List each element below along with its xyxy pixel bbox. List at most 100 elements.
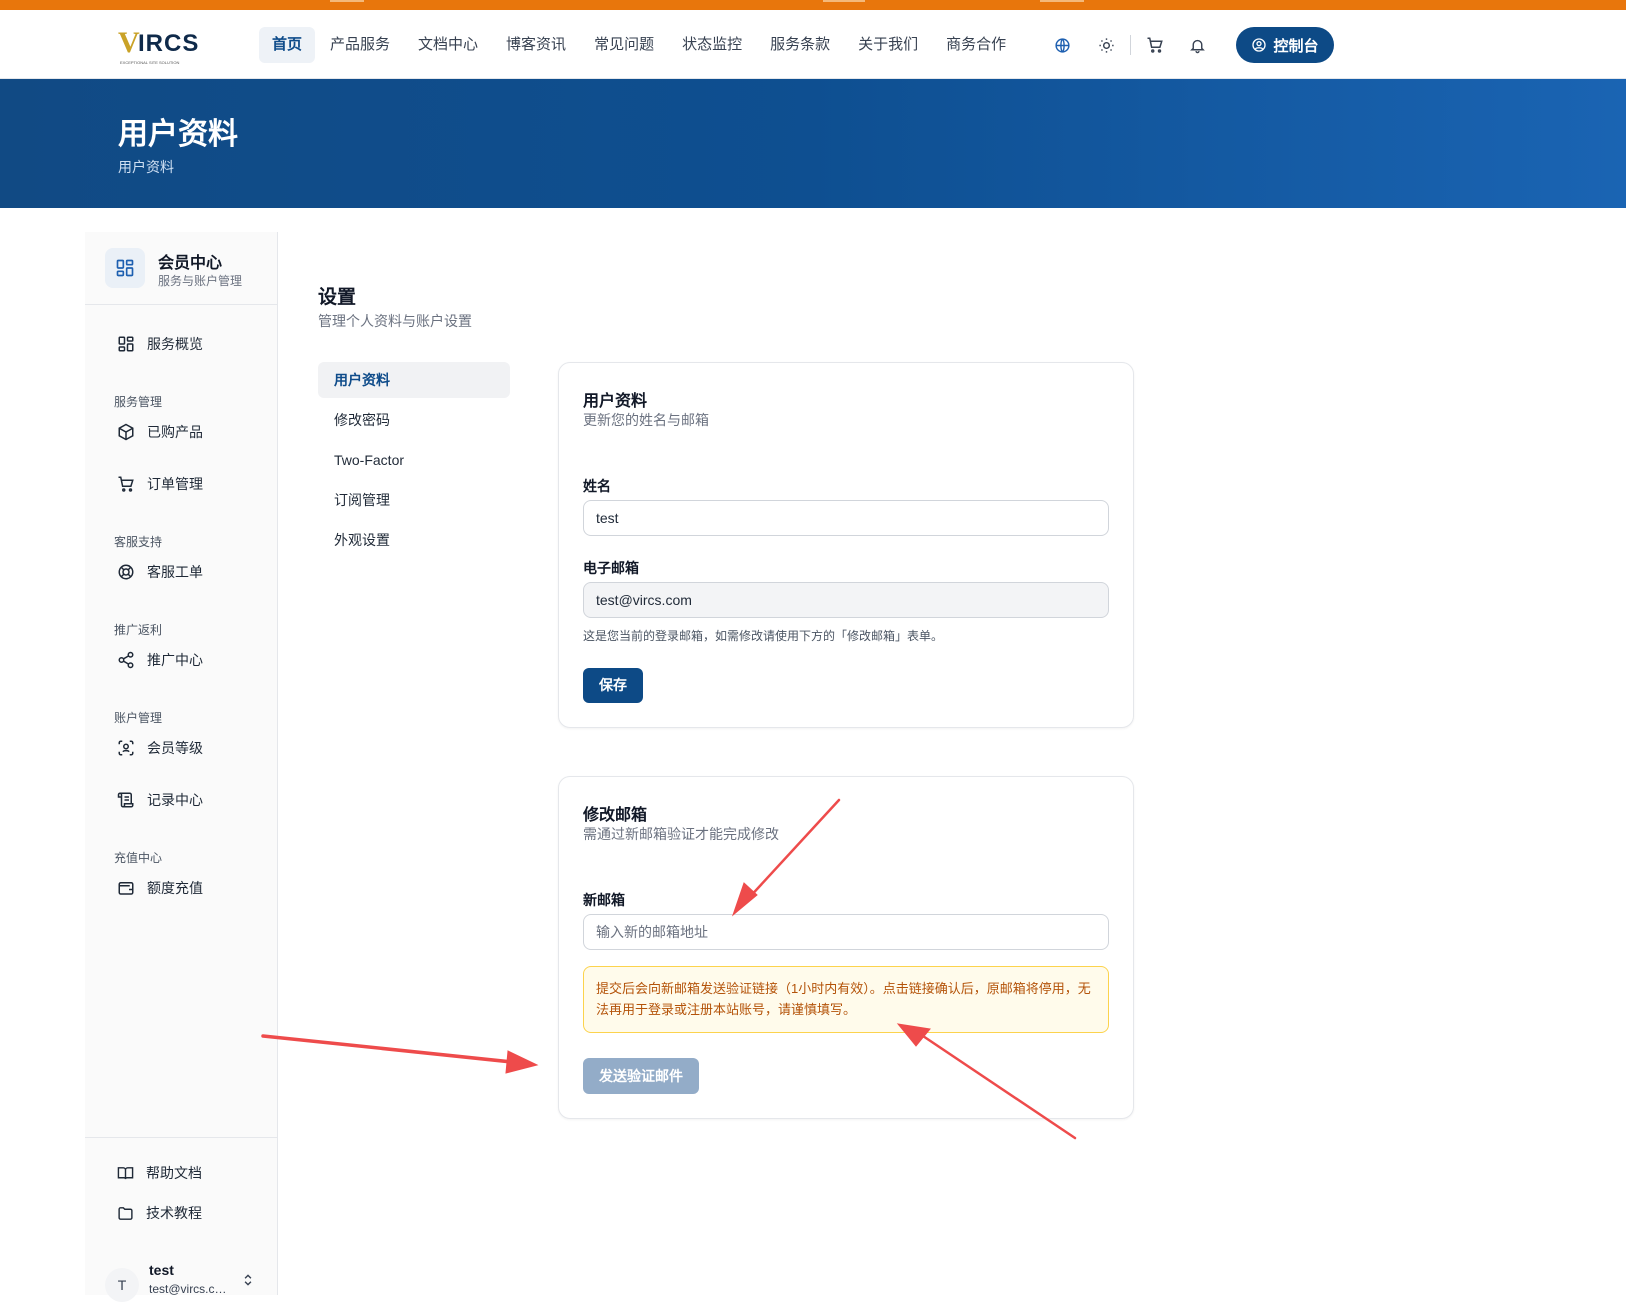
sidebar-item-help-docs[interactable]: 帮助文档 — [117, 1161, 202, 1185]
sidebar-footer-divider — [85, 1137, 278, 1138]
user-email: test@vircs.com — [149, 1282, 231, 1296]
cart-icon — [118, 476, 134, 492]
top-navbar: V IRCS EXCEPTIONAL SITE SOLUTION 首页 产品服务… — [0, 10, 1626, 79]
save-button[interactable]: 保存 — [583, 668, 643, 703]
lifebuoy-icon — [118, 564, 134, 580]
sidebar-item-orders[interactable]: 订单管理 — [117, 472, 203, 496]
warning-text-line: 提交后会向新邮箱发送验证链接（1小时内有效）。点击链接确认后，原邮箱将停用，无 — [596, 981, 1091, 996]
annotation-arrow — [261, 1034, 514, 1064]
email-field — [583, 582, 1109, 618]
send-verification-button[interactable]: 发送验证邮件 — [583, 1058, 699, 1094]
nav-item-faq[interactable]: 常见问题 — [581, 27, 667, 63]
top-accent-strip — [0, 0, 1626, 10]
new-email-input[interactable] — [583, 914, 1109, 950]
nav-item-status[interactable]: 状态监控 — [669, 27, 755, 63]
book-open-icon — [117, 1166, 134, 1179]
sidebar-item-purchased[interactable]: 已购产品 — [117, 420, 203, 444]
name-label: 姓名 — [583, 478, 611, 494]
breadcrumb: 用户资料 — [118, 159, 174, 175]
sidebar-group-label: 客服支持 — [114, 535, 163, 549]
strip-tab — [330, 0, 364, 2]
sidebar-header: 会员中心 服务与账户管理 — [85, 232, 278, 305]
bell-icon[interactable] — [1187, 35, 1207, 55]
logo-text: IRCS — [138, 30, 200, 57]
nav-item-terms[interactable]: 服务条款 — [757, 27, 843, 63]
nav-item-business[interactable]: 商务合作 — [933, 27, 1019, 63]
sidebar-group-label: 推广返利 — [114, 623, 163, 637]
sidebar-item-label: 记录中心 — [147, 792, 203, 808]
sidebar-item-affiliate[interactable]: 推广中心 — [117, 648, 203, 672]
warning-notice: 提交后会向新邮箱发送验证链接（1小时内有效）。点击链接确认后，原邮箱将停用，无 … — [583, 966, 1109, 1033]
nav-item-products[interactable]: 产品服务 — [317, 27, 403, 63]
sidebar-item-label: 帮助文档 — [146, 1165, 202, 1181]
main-nav: 首页 产品服务 文档中心 博客资讯 常见问题 状态监控 服务条款 关于我们 商务… — [259, 27, 1021, 63]
sidebar-item-tickets[interactable]: 客服工单 — [117, 560, 203, 584]
sidebar-item-label: 订单管理 — [147, 476, 203, 492]
grid-icon — [105, 248, 145, 288]
sidebar-item-records[interactable]: 记录中心 — [117, 788, 203, 812]
sidebar-item-tutorials[interactable]: 技术教程 — [117, 1201, 202, 1225]
sidebar-item-membership[interactable]: 会员等级 — [117, 736, 203, 760]
sidebar-subtitle: 服务与账户管理 — [158, 274, 243, 288]
logo-v: V — [118, 26, 140, 59]
sidebar-item-label: 服务概览 — [147, 336, 203, 352]
annotation-arrowhead — [505, 1050, 539, 1074]
email-label: 电子邮箱 — [583, 560, 639, 576]
strip-tab — [823, 0, 865, 2]
sidebar-group-label: 充值中心 — [114, 851, 163, 865]
sidebar-group-label: 账户管理 — [114, 711, 163, 725]
settings-tab-two-factor[interactable]: Two-Factor — [318, 442, 510, 478]
nav-item-docs[interactable]: 文档中心 — [405, 27, 491, 63]
sidebar-item-label: 客服工单 — [147, 564, 203, 580]
chevrons-up-down-icon — [244, 1274, 252, 1286]
warning-text-line: 法再用于登录或注册本站账号，请谨慎填写。 — [596, 1002, 857, 1017]
user-name: test — [149, 1262, 174, 1278]
email-hint: 这是您当前的登录邮箱，如需修改请使用下方的「修改邮箱」表单。 — [583, 629, 944, 643]
globe-icon[interactable] — [1052, 35, 1072, 55]
settings-title: 设置 — [318, 287, 357, 308]
sidebar-title: 会员中心 — [158, 255, 223, 272]
sidebar-item-label: 会员等级 — [147, 740, 203, 756]
settings-tab-appearance[interactable]: 外观设置 — [318, 522, 510, 558]
card-title: 用户资料 — [583, 393, 648, 410]
sidebar-item-label: 已购产品 — [147, 424, 203, 440]
share-icon — [118, 651, 134, 669]
settings-tab-subscriptions[interactable]: 订阅管理 — [318, 482, 510, 518]
cart-icon[interactable] — [1145, 35, 1165, 55]
member-sidebar: 会员中心 服务与账户管理 服务概览 服务管理 已购产品 订单管理 客服支持 客服… — [85, 232, 278, 1302]
dashboard-icon — [118, 336, 134, 352]
logo-tagline: EXCEPTIONAL SITE SOLUTION — [120, 60, 180, 65]
strip-tab — [1040, 0, 1084, 2]
package-icon — [118, 423, 134, 441]
settings-tab-password[interactable]: 修改密码 — [318, 402, 510, 438]
nav-item-blog[interactable]: 博客资讯 — [493, 27, 579, 63]
new-email-label: 新邮箱 — [583, 892, 625, 908]
change-email-card: 修改邮箱 需通过新邮箱验证才能完成修改 新邮箱 提交后会向新邮箱发送验证链接（1… — [558, 776, 1134, 1119]
sidebar-item-overview[interactable]: 服务概览 — [117, 332, 203, 356]
nav-icon-group — [1052, 35, 1207, 55]
sidebar-item-label: 推广中心 — [147, 652, 203, 668]
avatar: T — [105, 1268, 139, 1302]
page-title: 用户资料 — [118, 118, 238, 151]
folder-icon — [118, 1206, 133, 1220]
settings-subtitle: 管理个人资料与账户设置 — [318, 313, 472, 329]
page-hero: 用户资料 用户资料 — [0, 79, 1626, 208]
sidebar-group-label: 服务管理 — [114, 395, 163, 409]
name-input[interactable] — [583, 500, 1109, 536]
nav-divider — [1130, 35, 1131, 55]
sun-icon[interactable] — [1096, 35, 1116, 55]
nav-item-about[interactable]: 关于我们 — [845, 27, 931, 63]
console-button[interactable]: 控制台 — [1236, 27, 1334, 63]
user-menu[interactable]: T test test@vircs.com — [105, 1262, 265, 1302]
wallet-icon — [118, 882, 134, 895]
settings-tab-profile[interactable]: 用户资料 — [318, 362, 510, 398]
sidebar-item-label: 额度充值 — [147, 880, 203, 896]
card-subtitle: 需通过新邮箱验证才能完成修改 — [583, 826, 779, 842]
nav-item-home[interactable]: 首页 — [259, 27, 316, 63]
brand-logo[interactable]: V IRCS EXCEPTIONAL SITE SOLUTION — [118, 26, 200, 65]
sidebar-item-recharge[interactable]: 额度充值 — [117, 876, 203, 900]
scroll-icon — [117, 792, 134, 808]
profile-card: 用户资料 更新您的姓名与邮箱 姓名 电子邮箱 这是您当前的登录邮箱，如需修改请使… — [558, 362, 1134, 728]
user-circle-icon — [1252, 38, 1267, 52]
card-title: 修改邮箱 — [583, 807, 648, 824]
